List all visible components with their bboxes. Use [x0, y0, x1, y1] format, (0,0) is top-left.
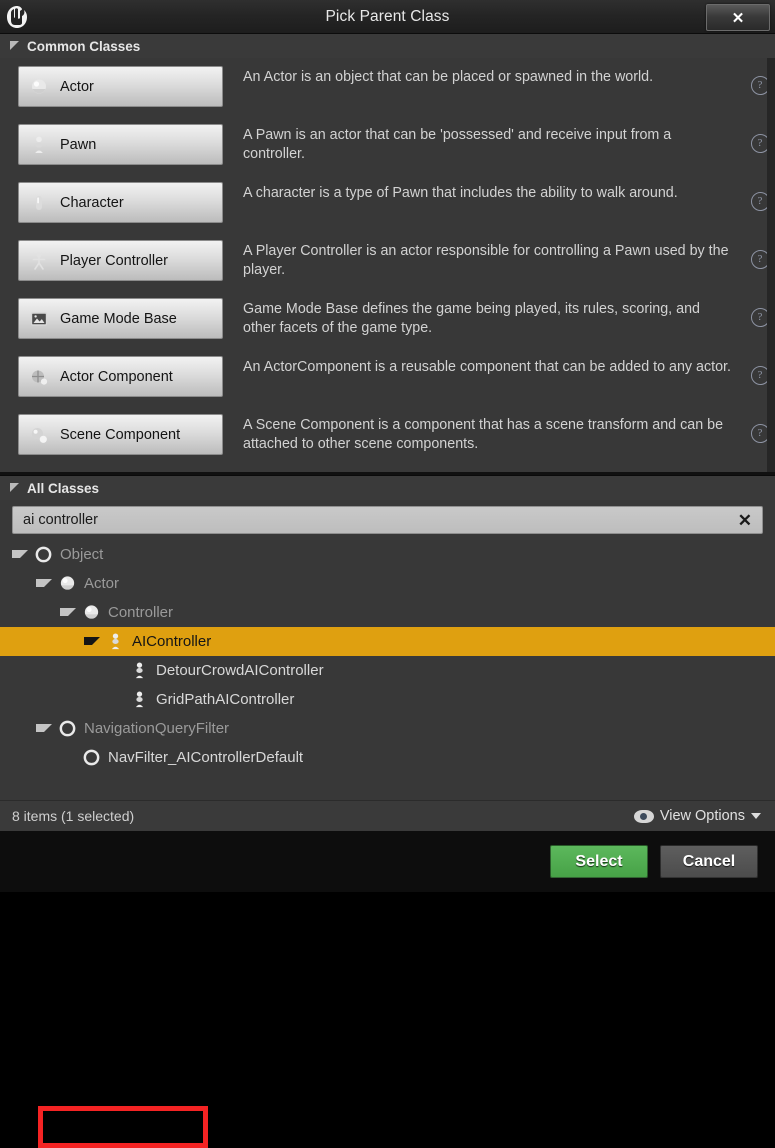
title-bar: Pick Parent Class ✕: [0, 0, 775, 34]
close-icon: ✕: [731, 9, 745, 27]
class-tree[interactable]: Object Actor Controller AIController DetourC…: [0, 538, 775, 800]
search-input-value: ai controller: [23, 512, 98, 528]
object-ring-icon: [57, 719, 77, 739]
tree-node-label: NavFilter_AIControllerDefault: [108, 749, 304, 766]
object-ring-icon: [81, 748, 101, 768]
common-class-label: Character: [60, 194, 124, 211]
eye-icon: [633, 809, 654, 823]
tree-node-actor[interactable]: Actor: [0, 569, 775, 598]
tree-node-label: NavigationQueryFilter: [84, 720, 230, 737]
common-class-row: Scene Component A Scene Component is a co…: [0, 414, 775, 472]
tree-node-label: Actor: [84, 575, 120, 592]
unreal-engine-logo-icon: [0, 0, 34, 33]
view-options-label: View Options: [659, 808, 745, 824]
character-capsule-icon: [28, 192, 50, 214]
tree-node-gridpathaicontroller[interactable]: GridPathAIController: [0, 685, 775, 714]
tree-node-object[interactable]: Object: [0, 540, 775, 569]
tree-node-label: DetourCrowdAIController: [156, 662, 324, 679]
dialog-footer: Select Cancel: [0, 831, 775, 892]
tree-node-label: Object: [60, 546, 104, 563]
common-classes-panel: Common Classes Actor An Actor is an objec…: [0, 34, 775, 475]
common-class-description: A character is a type of Pawn that inclu…: [243, 185, 678, 201]
common-class-description: An Actor is an object that can be placed…: [243, 69, 654, 85]
common-class-button-scene-component[interactable]: Scene Component: [18, 414, 223, 455]
tree-node-navfilter-aicontrollerdefault[interactable]: NavFilter_AIControllerDefault: [0, 743, 775, 772]
caret-down-icon: [751, 813, 761, 819]
triangle-expanded-icon[interactable]: [84, 636, 100, 645]
pawn-icon: [28, 134, 50, 156]
common-class-button-actor[interactable]: Actor: [18, 66, 223, 107]
all-classes-header[interactable]: All Classes: [0, 476, 775, 500]
ai-controller-icon: [105, 632, 125, 652]
game-mode-base-icon: [28, 308, 50, 330]
common-class-row: Game Mode Base Game Mode Base defines the…: [0, 298, 775, 356]
all-classes-header-label: All Classes: [27, 480, 100, 496]
common-class-row: Player Controller A Player Controller is …: [0, 240, 775, 298]
common-class-label: Actor: [60, 78, 94, 95]
tree-node-controller[interactable]: Controller: [0, 598, 775, 627]
triangle-expanded-icon: [10, 41, 19, 50]
tree-node-navigationqueryfilter[interactable]: NavigationQueryFilter: [0, 714, 775, 743]
triangle-expanded-icon[interactable]: [36, 578, 52, 587]
close-button[interactable]: ✕: [706, 4, 770, 31]
common-class-label: Game Mode Base: [60, 310, 177, 327]
common-class-button-pawn[interactable]: Pawn: [18, 124, 223, 165]
pick-parent-class-dialog: Pick Parent Class ✕ Common Classes Actor…: [0, 0, 775, 1148]
common-class-button-player-controller[interactable]: Player Controller: [18, 240, 223, 281]
common-class-label: Player Controller: [60, 252, 168, 269]
view-options-button[interactable]: View Options: [633, 808, 761, 824]
scene-component-icon: [28, 424, 50, 446]
search-input[interactable]: ai controller ✕: [12, 506, 763, 534]
actor-sphere-icon: [28, 76, 50, 98]
controller-sphere-icon: [81, 603, 101, 623]
triangle-expanded-icon[interactable]: [36, 723, 52, 732]
ai-controller-icon: [129, 661, 149, 681]
tree-node-label: Controller: [108, 604, 174, 621]
common-class-description: A Pawn is an actor that can be 'possesse…: [243, 127, 672, 162]
select-button[interactable]: Select: [550, 845, 648, 878]
common-class-button-game-mode-base[interactable]: Game Mode Base: [18, 298, 223, 339]
triangle-expanded-icon[interactable]: [12, 549, 28, 558]
common-class-description: An ActorComponent is a reusable componen…: [243, 359, 731, 375]
clear-x-icon[interactable]: ✕: [738, 512, 752, 529]
common-class-row: Pawn A Pawn is an actor that can be 'poss…: [0, 124, 775, 182]
annotation-highlight-box: [38, 1106, 208, 1148]
common-class-description: A Scene Component is a component that ha…: [243, 417, 724, 452]
common-class-description: Game Mode Base defines the game being pl…: [243, 301, 700, 336]
all-classes-panel: All Classes ai controller ✕ Object Actor C…: [0, 475, 775, 1148]
window-title: Pick Parent Class: [325, 7, 450, 25]
item-count-label: 8 items (1 selected): [12, 808, 135, 824]
common-classes-header-label: Common Classes: [27, 38, 141, 54]
common-class-button-character[interactable]: Character: [18, 182, 223, 223]
cancel-button-label: Cancel: [682, 852, 736, 870]
select-button-label: Select: [575, 852, 623, 870]
actor-sphere-icon: [57, 574, 77, 594]
panel-right-rail: [767, 58, 775, 472]
search-area: ai controller ✕: [0, 500, 775, 538]
object-ring-icon: [33, 545, 53, 565]
player-controller-icon: [28, 250, 50, 272]
triangle-expanded-icon: [10, 483, 19, 492]
common-classes-header[interactable]: Common Classes: [0, 34, 775, 58]
common-classes-list: Actor An Actor is an object that can be p…: [0, 58, 775, 472]
tree-node-label: GridPathAIController: [156, 691, 295, 708]
common-class-row: Character A character is a type of Pawn t…: [0, 182, 775, 240]
tree-node-aicontroller[interactable]: AIController: [0, 627, 775, 656]
triangle-expanded-icon[interactable]: [60, 607, 76, 616]
status-bar: 8 items (1 selected) View Options: [0, 800, 775, 831]
common-class-button-actor-component[interactable]: Actor Component: [18, 356, 223, 397]
tree-node-detourcrowdaicontroller[interactable]: DetourCrowdAIController: [0, 656, 775, 685]
common-class-row: Actor Component An ActorComponent is a re…: [0, 356, 775, 414]
common-class-description: A Player Controller is an actor responsi…: [243, 243, 729, 278]
common-class-label: Scene Component: [60, 426, 181, 443]
common-class-label: Pawn: [60, 136, 97, 153]
tree-node-label: AIController: [132, 633, 212, 650]
common-class-label: Actor Component: [60, 368, 173, 385]
cancel-button[interactable]: Cancel: [660, 845, 758, 878]
common-class-row: Actor An Actor is an object that can be p…: [0, 66, 775, 124]
actor-component-icon: [28, 366, 50, 388]
ai-controller-icon: [129, 690, 149, 710]
